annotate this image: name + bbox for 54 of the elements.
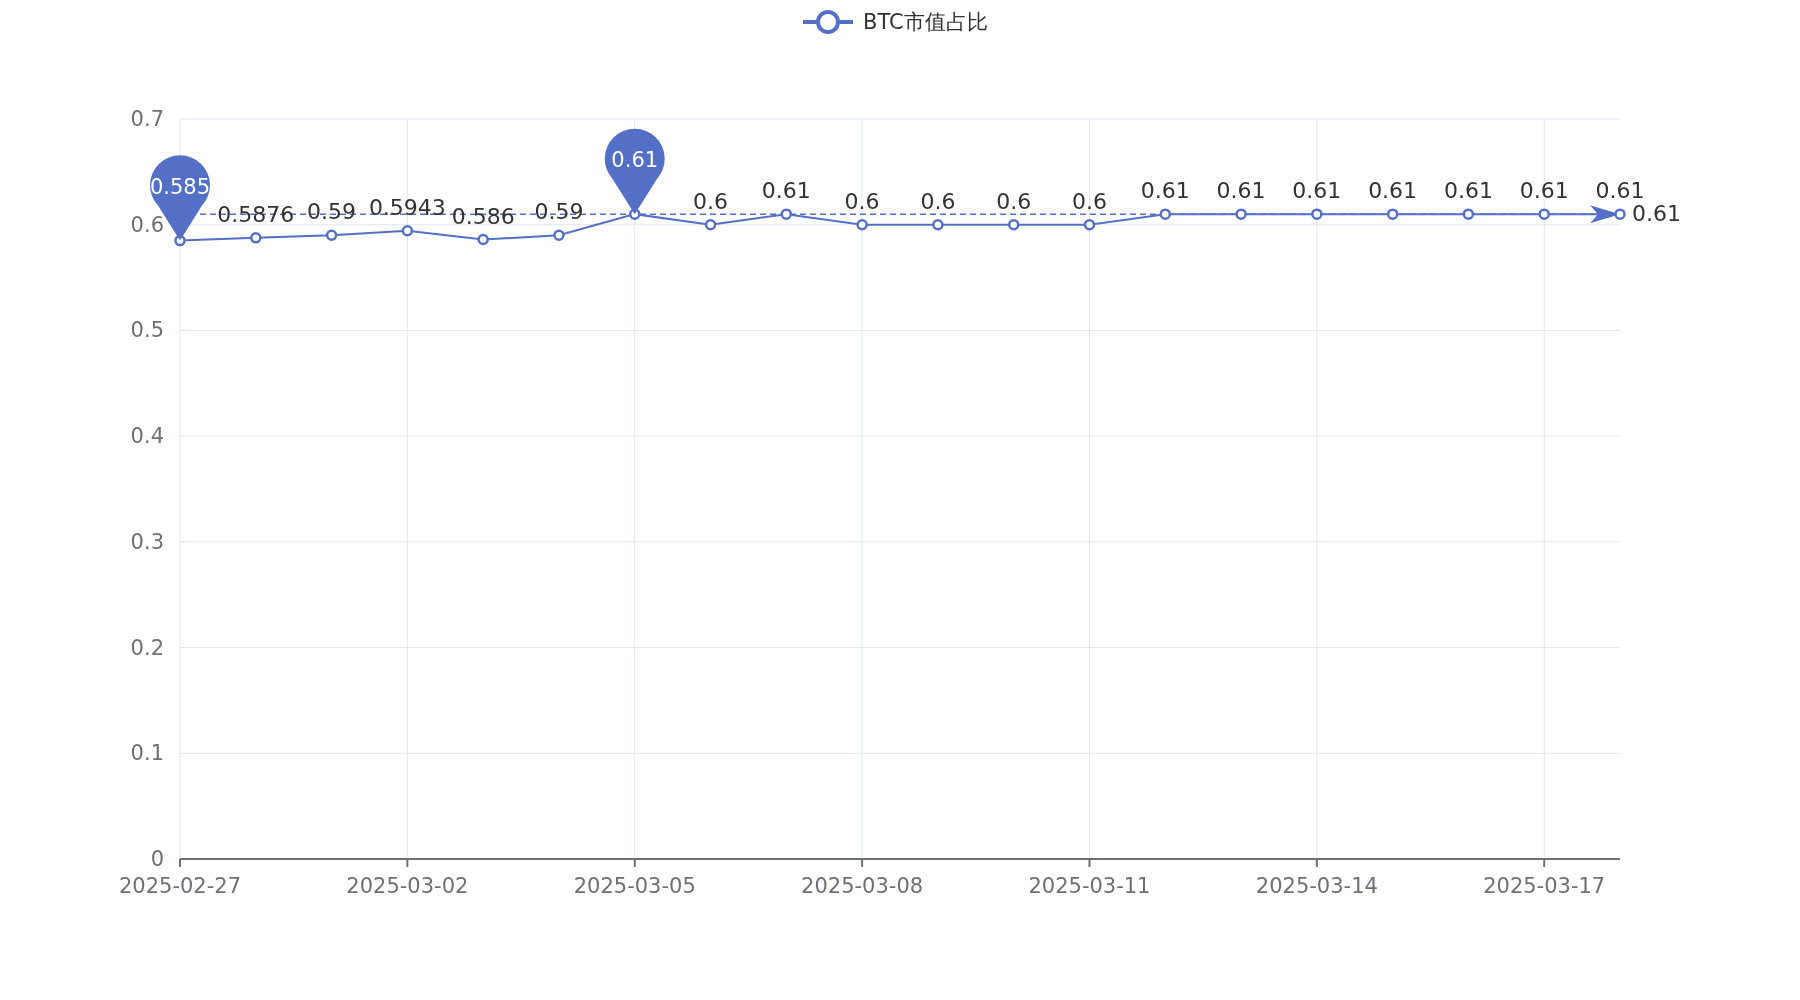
x-axis-label: 2025-03-05 [573,874,696,898]
x-axis-label: 2025-02-27 [119,874,241,898]
x-axis-label: 2025-03-02 [346,874,469,898]
marker-pin[interactable] [604,128,665,215]
data-label: 0.61 [761,178,811,204]
y-axis-label: 0.3 [130,529,164,554]
data-label: 0.61 [1292,178,1342,204]
data-point[interactable] [932,218,944,231]
y-axis-label: 0 [150,847,164,871]
data-point[interactable] [704,218,717,231]
data-point[interactable] [856,218,868,231]
x-axis-label: 2025-03-17 [1483,874,1606,898]
data-label: 0.59 [534,199,584,225]
pin-label: 0.585 [149,174,211,199]
line-label: 0.61 [1632,201,1681,227]
data-point[interactable] [1538,208,1550,220]
x-axis-label: 2025-03-14 [1255,874,1378,898]
data-point[interactable] [553,229,565,242]
data-point[interactable] [1462,208,1475,220]
data-point[interactable] [1083,218,1096,231]
data-point[interactable] [1386,208,1399,220]
data-label: 0.5943 [368,194,446,220]
data-point[interactable] [325,229,338,242]
data-point[interactable] [1159,208,1171,220]
legend-label[interactable]: BTC市值占比 [863,10,988,34]
data-label: 0.61 [1140,178,1190,204]
data-point[interactable] [1007,218,1020,231]
data-label: 0.6 [920,188,956,214]
data-label: 0.61 [1595,178,1645,204]
data-point[interactable] [1311,208,1323,220]
data-point[interactable] [401,225,414,237]
y-axis-label: 0.7 [130,107,164,131]
y-axis-label: 0.2 [130,635,164,660]
data-point[interactable] [477,233,489,246]
data-label: 0.6 [844,188,880,214]
data-point[interactable] [250,232,262,244]
data-point[interactable] [1235,208,1247,220]
data-point[interactable] [780,208,793,220]
legend-icon[interactable] [803,10,853,34]
x-axis-label: 2025-03-11 [1028,874,1151,898]
data-label: 0.61 [1443,178,1493,204]
x-axis-label: 2025-03-08 [801,874,924,898]
data-label: 0.6 [693,188,729,214]
data-label: 0.61 [1216,178,1266,204]
data-label: 0.61 [1368,178,1418,204]
y-axis-label: 0.6 [130,212,164,237]
y-axis-label: 0.5 [130,318,164,343]
y-axis-label: 0.1 [130,741,164,766]
data-label: 0.6 [996,188,1032,214]
pin-label: 0.61 [611,148,659,173]
data-label: 0.61 [1519,178,1569,204]
y-axis-label: 0.4 [130,424,164,449]
data-label: 0.6 [1071,188,1107,214]
data-point[interactable] [1614,208,1626,220]
